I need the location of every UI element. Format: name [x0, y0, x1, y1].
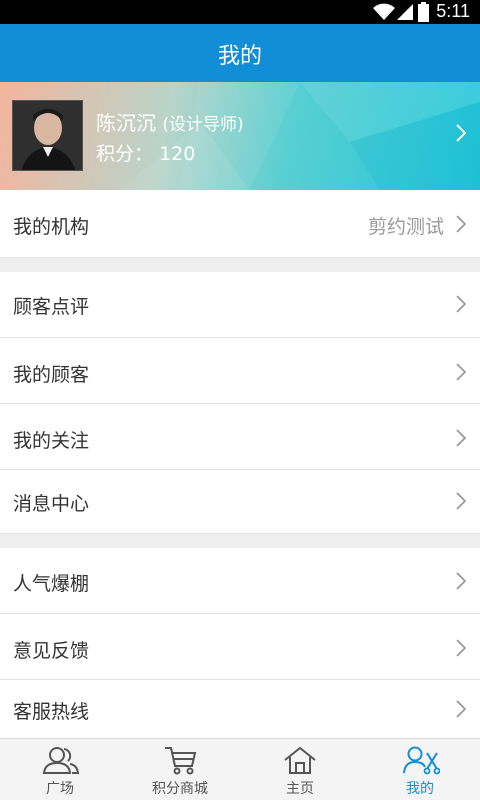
bottom-tab-bar: 广场 积分商城 主页 我的 [0, 738, 480, 800]
profile-scissors-icon [403, 746, 440, 775]
profile-role: (设计导师) [162, 115, 244, 135]
chevron-right-icon [456, 572, 466, 590]
wifi-icon [373, 3, 395, 20]
tab-plaza[interactable]: 广场 [0, 739, 120, 800]
users-icon [42, 747, 80, 774]
row-label: 消息中心 [13, 493, 90, 515]
profile-card[interactable]: 陈沉沉 (设计导师) 积分： 120 [0, 82, 480, 190]
tab-label: 积分商城 [152, 781, 208, 797]
chevron-right-icon [456, 639, 466, 657]
points-label: 积分： [96, 143, 154, 165]
tab-label: 主页 [286, 781, 314, 797]
profile-points: 积分： 120 [96, 139, 195, 166]
tab-home[interactable]: 主页 [240, 739, 360, 800]
row-message-center[interactable]: 消息中心 [0, 470, 480, 534]
row-label: 意见反馈 [13, 640, 90, 662]
status-time: 5:11 [436, 1, 470, 21]
row-my-follows[interactable]: 我的关注 [0, 404, 480, 470]
row-popularity[interactable]: 人气爆棚 [0, 548, 480, 614]
tab-mine[interactable]: 我的 [360, 739, 480, 800]
row-my-organization[interactable]: 我的机构 剪约测试 [0, 190, 480, 258]
tab-points-mall[interactable]: 积分商城 [120, 739, 240, 800]
chevron-right-icon [456, 700, 466, 718]
chevron-right-icon [456, 295, 466, 313]
chevron-right-icon [456, 215, 466, 233]
row-my-customers[interactable]: 我的顾客 [0, 338, 480, 404]
row-value: 剪约测试 [367, 216, 444, 238]
avatar[interactable] [12, 100, 83, 171]
row-label: 我的关注 [13, 430, 90, 452]
profile-name-line: 陈沉沉 (设计导师) [96, 107, 244, 136]
tab-label: 我的 [406, 781, 434, 797]
row-customer-hotline[interactable]: 客服热线 [0, 680, 480, 738]
chevron-right-icon [456, 429, 466, 447]
status-bar: 5:11 [0, 0, 480, 24]
header: 我的 [0, 24, 480, 82]
signal-icon [397, 4, 413, 20]
chevron-right-icon [456, 363, 466, 381]
row-label: 顾客点评 [13, 296, 90, 318]
page-title: 我的 [217, 44, 262, 69]
row-customer-reviews[interactable]: 顾客点评 [0, 272, 480, 338]
points-value: 120 [159, 143, 196, 165]
row-feedback[interactable]: 意见反馈 [0, 614, 480, 680]
chevron-right-icon [456, 124, 466, 142]
tab-label: 广场 [46, 781, 74, 797]
row-label: 人气爆棚 [13, 573, 90, 595]
profile-name: 陈沉沉 [96, 111, 156, 135]
row-label: 我的机构 [13, 216, 90, 238]
battery-icon [418, 2, 429, 22]
chevron-right-icon [456, 492, 466, 510]
cart-icon [165, 747, 197, 775]
row-label: 我的顾客 [13, 364, 90, 386]
row-label: 客服热线 [13, 701, 90, 723]
home-icon [284, 746, 316, 774]
